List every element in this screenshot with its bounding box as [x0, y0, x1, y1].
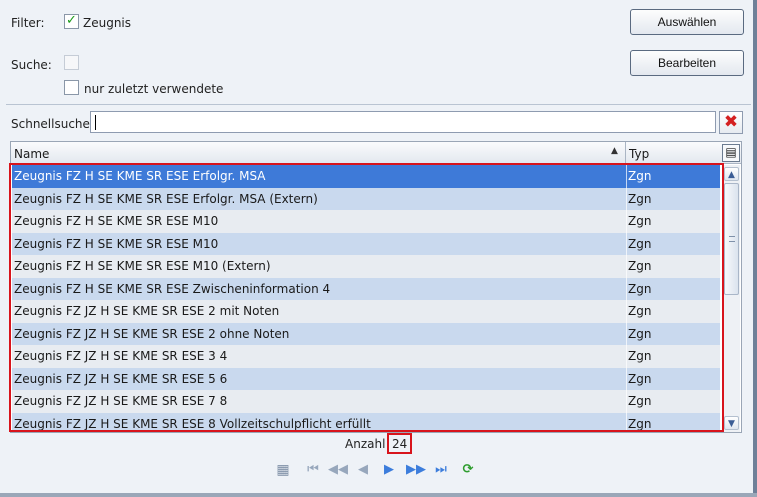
- cell-name: Zeugnis FZ JZ H SE KME SR ESE 3 4: [14, 349, 228, 363]
- cell-divider: [626, 232, 627, 255]
- recent-only-label: nur zuletzt verwendete: [84, 82, 224, 96]
- cell-divider: [626, 165, 627, 188]
- table-row[interactable]: Zeugnis FZ JZ H SE KME SR ESE 5 6 Zgn: [12, 367, 720, 390]
- cell-name: Zeugnis FZ JZ H SE KME SR ESE 2 mit Note…: [14, 304, 280, 318]
- cell-type: Zgn: [628, 236, 652, 251]
- table-row[interactable]: Zeugnis FZ JZ H SE KME SR ESE 2 mit Note…: [12, 300, 720, 323]
- x-icon: ✖: [723, 112, 739, 132]
- filter-label: Filter:: [11, 16, 45, 30]
- cell-name: Zeugnis FZ H SE KME SR ESE Zwischeninfor…: [14, 281, 331, 296]
- count-value: 24: [392, 437, 408, 451]
- table-row[interactable]: Zeugnis FZ H SE KME SR ESE M10 (Extern) Z…: [12, 255, 720, 278]
- grip-icon: [729, 236, 735, 242]
- search-checkbox[interactable]: [64, 55, 79, 70]
- cell-divider: [626, 210, 627, 233]
- count-label: Anzahl: [345, 437, 386, 451]
- cell-type: Zgn: [628, 394, 652, 408]
- cell-divider: [626, 345, 627, 368]
- cell-type: Zgn: [628, 191, 652, 206]
- table-row[interactable]: Zeugnis FZ H SE KME SR ESE Erfolgr. MSA …: [12, 187, 720, 210]
- cell-divider: [626, 300, 627, 323]
- table-row[interactable]: Zeugnis FZ H SE KME SR ESE Erfolgr. MSA Z…: [12, 165, 720, 188]
- cell-divider: [626, 277, 627, 300]
- zeugnis-filter-checkbox[interactable]: [64, 13, 79, 29]
- previous-record-icon[interactable]: ◀: [354, 461, 372, 479]
- grid-header: Name ▲ Typ ▤: [11, 142, 741, 164]
- refresh-icon[interactable]: ⟳: [459, 461, 477, 479]
- window-border: [753, 0, 757, 497]
- cell-name: Zeugnis FZ JZ H SE KME SR ESE 7 8: [14, 394, 228, 408]
- cell-type: Zgn: [628, 416, 652, 431]
- cell-type: Zgn: [628, 259, 652, 273]
- table-row[interactable]: Zeugnis FZ H SE KME SR ESE M10 Zgn: [12, 232, 720, 255]
- scroll-down-icon[interactable]: ▼: [724, 416, 739, 430]
- table-row[interactable]: Zeugnis FZ H SE KME SR ESE Zwischeninfor…: [12, 277, 720, 300]
- column-header-type[interactable]: Typ: [629, 147, 649, 161]
- edit-button[interactable]: Bearbeiten: [630, 50, 744, 76]
- cell-name: Zeugnis FZ H SE KME SR ESE M10: [14, 236, 219, 251]
- zeugnis-filter-label: Zeugnis: [83, 16, 132, 30]
- cell-type: Zgn: [628, 326, 652, 341]
- results-grid: Name ▲ Typ ▤ Zeugnis FZ H SE KME SR ESE …: [10, 141, 742, 433]
- quicksearch-label: Schnellsuche: [11, 117, 90, 131]
- cell-divider: [626, 322, 627, 345]
- table-row[interactable]: Zeugnis FZ JZ H SE KME SR ESE 8 Vollzeit…: [12, 412, 720, 432]
- column-divider[interactable]: [625, 142, 626, 164]
- grid-rows: Zeugnis FZ H SE KME SR ESE Erfolgr. MSA Z…: [12, 165, 720, 432]
- next-page-icon[interactable]: ▶▶: [406, 461, 426, 479]
- sort-ascending-icon: ▲: [611, 146, 618, 156]
- window-border-bottom: [0, 493, 757, 497]
- quicksearch-input[interactable]: [90, 111, 716, 133]
- next-record-icon[interactable]: ▶: [380, 461, 398, 479]
- last-record-icon[interactable]: ⏭: [432, 461, 450, 479]
- cell-divider: [626, 367, 627, 390]
- cell-divider: [626, 390, 627, 413]
- cell-divider: [626, 255, 627, 278]
- cell-type: Zgn: [628, 304, 652, 318]
- select-button[interactable]: Auswählen: [630, 9, 744, 35]
- table-row[interactable]: Zeugnis FZ JZ H SE KME SR ESE 7 8 Zgn: [12, 390, 720, 413]
- table-row[interactable]: Zeugnis FZ JZ H SE KME SR ESE 2 ohne Not…: [12, 322, 720, 345]
- clear-search-button[interactable]: ✖: [719, 111, 743, 134]
- cell-name: Zeugnis FZ JZ H SE KME SR ESE 8 Vollzeit…: [14, 416, 371, 431]
- cell-divider: [626, 412, 627, 432]
- separator: [6, 104, 751, 105]
- export-icon[interactable]: ▦: [274, 461, 292, 479]
- text-caret: [95, 115, 96, 130]
- cell-type: Zgn: [628, 281, 652, 296]
- cell-name: Zeugnis FZ H SE KME SR ESE Erfolgr. MSA: [14, 169, 266, 183]
- cell-type: Zgn: [628, 169, 652, 183]
- vertical-scrollbar[interactable]: ▲ ▼: [722, 165, 740, 432]
- cell-name: Zeugnis FZ H SE KME SR ESE M10: [14, 214, 219, 228]
- cell-name: Zeugnis FZ H SE KME SR ESE Erfolgr. MSA …: [14, 191, 318, 206]
- table-row[interactable]: Zeugnis FZ H SE KME SR ESE M10 Zgn: [12, 210, 720, 233]
- first-record-icon[interactable]: ⏮: [304, 461, 322, 479]
- recent-only-checkbox[interactable]: [64, 80, 79, 95]
- scroll-up-icon[interactable]: ▲: [724, 167, 739, 181]
- column-chooser-icon[interactable]: ▤: [722, 144, 740, 162]
- column-header-name[interactable]: Name: [14, 147, 49, 161]
- scroll-thumb[interactable]: [724, 183, 739, 295]
- cell-type: Zgn: [628, 349, 652, 363]
- selection-dialog: Filter: Zeugnis Auswählen Suche: nur zul…: [0, 0, 757, 497]
- table-row[interactable]: Zeugnis FZ JZ H SE KME SR ESE 3 4 Zgn: [12, 345, 720, 368]
- cell-name: Zeugnis FZ JZ H SE KME SR ESE 5 6: [14, 371, 228, 386]
- cell-type: Zgn: [628, 371, 652, 386]
- cell-divider: [626, 187, 627, 210]
- cell-type: Zgn: [628, 214, 652, 228]
- cell-name: Zeugnis FZ H SE KME SR ESE M10 (Extern): [14, 259, 271, 273]
- search-label: Suche:: [11, 58, 52, 72]
- cell-name: Zeugnis FZ JZ H SE KME SR ESE 2 ohne Not…: [14, 326, 290, 341]
- previous-page-icon[interactable]: ◀◀: [328, 461, 348, 479]
